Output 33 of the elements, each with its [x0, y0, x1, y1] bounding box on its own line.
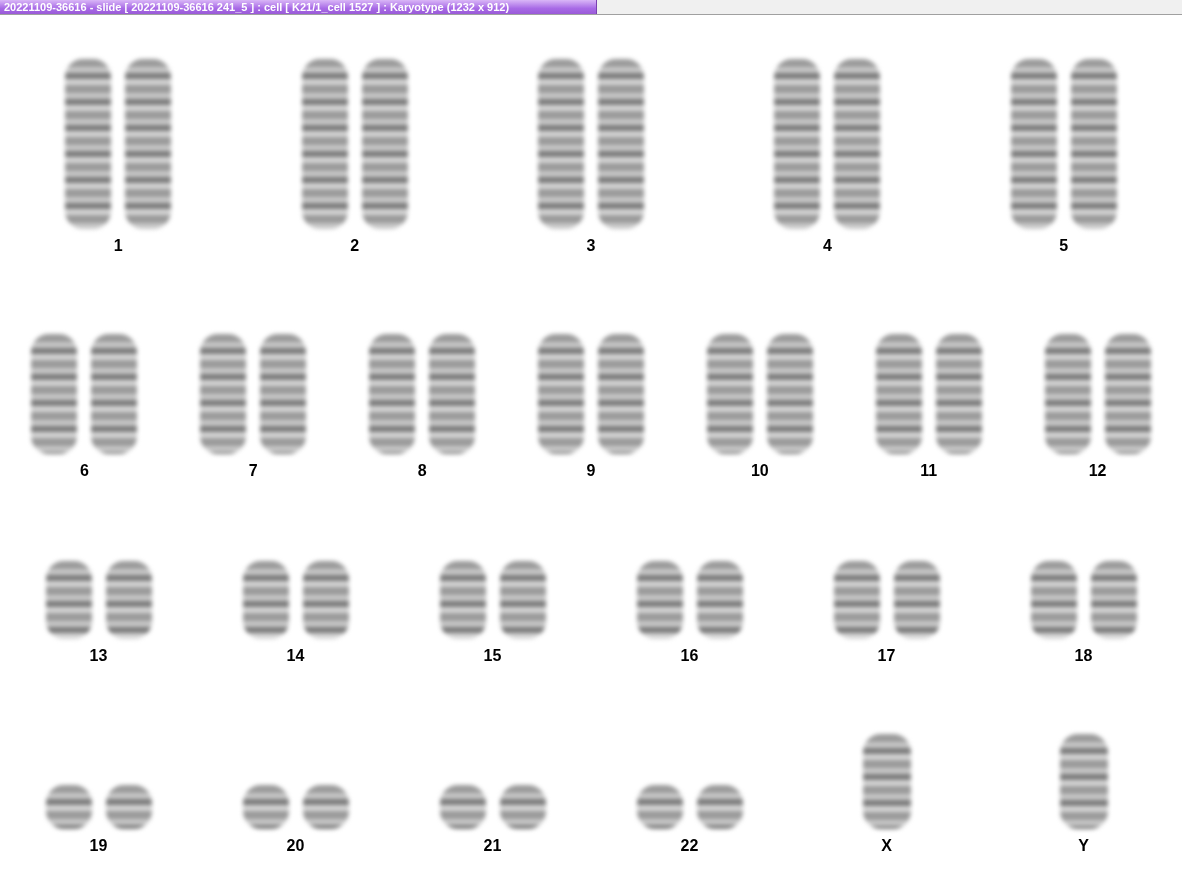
chromosome-label: 21 [483, 837, 502, 855]
chromosome-label: 19 [89, 837, 108, 855]
chromosome-image [696, 785, 743, 829]
chromosome-label: 17 [877, 647, 896, 665]
chromosome-label: 15 [483, 647, 502, 665]
chromosome-label: 4 [822, 237, 832, 255]
chromosome-label: 13 [89, 647, 108, 665]
chromosome-label: 12 [1088, 462, 1107, 480]
chromosome-label: 14 [286, 647, 305, 665]
chromosome-label: 5 [1059, 237, 1069, 255]
chromosome-label: 6 [79, 462, 89, 480]
chromosome-label: 10 [750, 462, 769, 480]
chromosome-label: 18 [1074, 647, 1093, 665]
chromosome-label: 8 [417, 462, 427, 480]
window-title-tab[interactable]: 20221109-36616 - slide [ 20221109-36616 241_5 ] : cell [ K21/1_cell 1527 ] : Karyotype (1232 x 912) [0, 0, 597, 14]
chromosome-label: 7 [248, 462, 258, 480]
chromosome-label: 22 [680, 837, 699, 855]
chromosome-label: 3 [586, 237, 596, 255]
chromosome-image [45, 785, 92, 829]
chromosome-image [242, 785, 289, 829]
chromosome-label: 16 [680, 647, 699, 665]
chromosome-label: 1 [113, 237, 123, 255]
chromosome-label: X [881, 837, 892, 855]
chromosome-image [302, 785, 349, 829]
chromosome-image [636, 785, 683, 829]
chromosome-label: 11 [920, 462, 938, 480]
chromosome-image [439, 785, 486, 829]
chromosome-image [499, 785, 546, 829]
chromosome-label: 2 [350, 237, 360, 255]
chromosome-label: Y [1078, 837, 1089, 855]
chromosome-label: 9 [586, 462, 596, 480]
chromosome-image [105, 785, 152, 829]
chromosome-label: 20 [286, 837, 305, 855]
